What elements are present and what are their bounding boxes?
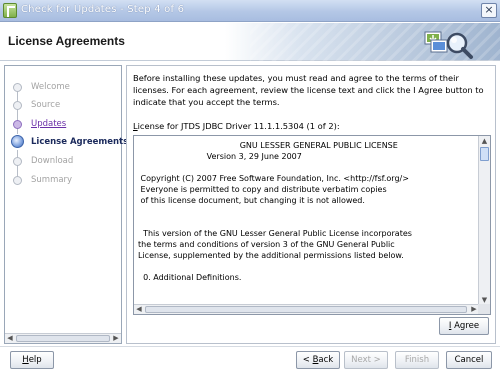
wizard-header: License Agreements — [0, 23, 500, 61]
nav-step-updates[interactable]: Updates — [5, 116, 121, 132]
nav-step-label: Summary — [31, 175, 73, 185]
license-text-area[interactable]: GNU LESSER GENERAL PUBLIC LICENSE Versio… — [133, 135, 491, 315]
nav-step-label: Source — [31, 100, 61, 110]
button-label: Agree — [451, 321, 480, 331]
license-label: License for JTDS JDBC Driver 11.1.1.5304… — [133, 121, 340, 131]
back-button[interactable]: < Back — [296, 351, 340, 369]
cancel-button[interactable]: Cancel — [446, 351, 492, 369]
scroll-left-icon[interactable]: ◀ — [134, 305, 144, 314]
step-dot-icon — [13, 120, 22, 129]
window-title: Check for Updates - Step 4 of 6 — [21, 4, 185, 15]
window-title-bar[interactable]: Check for Updates - Step 4 of 6 × — [0, 0, 500, 22]
step-dot-icon — [13, 101, 22, 110]
nav-step-download: Download — [5, 153, 121, 169]
current-step-icon — [11, 135, 24, 148]
app-icon — [3, 3, 17, 18]
button-label: elp — [28, 355, 42, 365]
step-dot-icon — [13, 83, 22, 92]
button-label-prefix: < — [302, 355, 313, 365]
scrollbar-thumb[interactable] — [145, 306, 467, 313]
i-agree-button[interactable]: I Agree — [439, 317, 489, 335]
nav-step-label: Download — [31, 156, 74, 166]
nav-step-label: License Agreements — [31, 137, 129, 147]
page-title: License Agreements — [8, 34, 125, 48]
next-button[interactable]: Next > — [344, 351, 388, 369]
wizard-steps-pane: Welcome Source Updates License Agreement… — [4, 65, 128, 344]
license-text[interactable]: GNU LESSER GENERAL PUBLIC LICENSE Versio… — [134, 136, 479, 305]
help-button[interactable]: Help — [10, 351, 54, 369]
update-search-icon — [424, 31, 473, 59]
nav-step-label: Welcome — [31, 82, 70, 92]
scroll-left-icon[interactable]: ◀ — [5, 334, 15, 343]
footer-separator — [0, 346, 500, 347]
scroll-right-icon[interactable]: ▶ — [111, 334, 121, 343]
nav-step-summary: Summary — [5, 172, 121, 188]
nav-horizontal-scrollbar[interactable]: ◀ ▶ — [5, 333, 121, 343]
license-content-pane: Before installing these updates, you mus… — [126, 65, 496, 344]
nav-step-welcome: Welcome — [5, 79, 121, 95]
license-label-text: icense for JTDS JDBC Driver 11.1.1.5304 … — [137, 121, 340, 131]
license-vertical-scrollbar[interactable]: ▲ ▼ — [478, 136, 490, 305]
scrollbar-thumb[interactable] — [16, 335, 110, 342]
license-horizontal-scrollbar[interactable]: ◀ ▶ — [134, 304, 479, 314]
step-dot-icon — [13, 176, 22, 185]
close-button[interactable]: × — [481, 3, 497, 18]
button-label: ack — [318, 355, 334, 365]
scrollbar-thumb[interactable] — [480, 147, 489, 161]
instructions-text: Before installing these updates, you mus… — [133, 73, 484, 107]
nav-step-label[interactable]: Updates — [31, 119, 66, 129]
nav-step-source: Source — [5, 97, 121, 113]
nav-step-license-agreements: License Agreements — [5, 134, 128, 150]
scroll-corner — [478, 304, 490, 314]
step-dot-icon — [13, 157, 22, 166]
scroll-up-icon[interactable]: ▲ — [479, 136, 490, 146]
finish-button[interactable]: Finish — [395, 351, 439, 369]
